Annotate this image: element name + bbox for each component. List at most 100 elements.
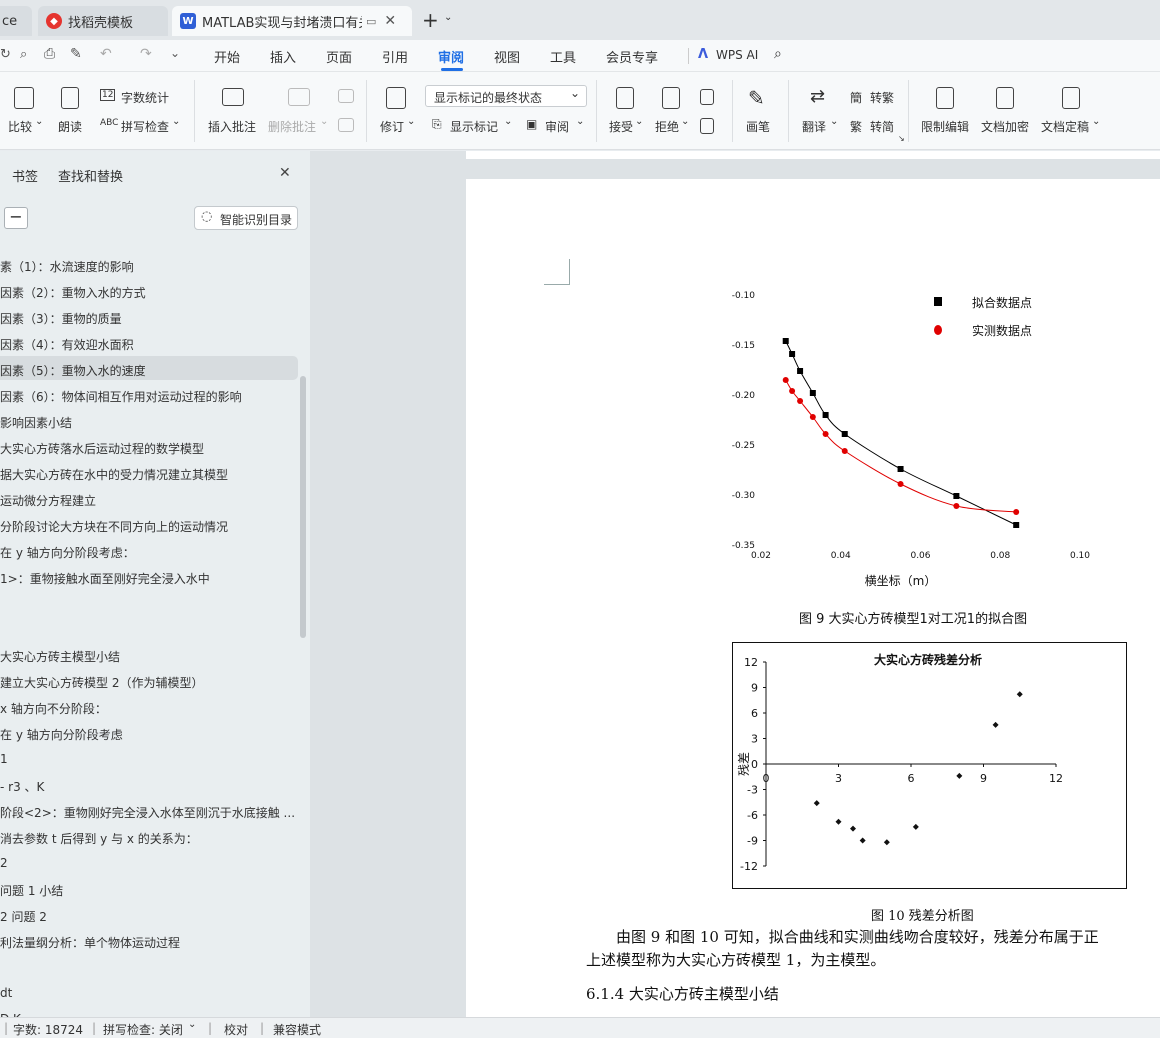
chevron-down-icon[interactable]: ⌄	[830, 116, 838, 127]
toc-item[interactable]: 在 y 轴方向分阶段考虑：	[0, 544, 135, 561]
spell-check-button[interactable]: 拼写检查	[121, 118, 169, 135]
menu-member[interactable]: 会员专享	[606, 47, 658, 66]
word-count-status[interactable]: 字数: 18724	[13, 1021, 83, 1038]
print-icon[interactable]: ⎙	[44, 46, 55, 62]
print-preview-icon[interactable]: ⌕	[20, 47, 27, 62]
menu-page[interactable]: 页面	[326, 47, 352, 66]
proofread-status[interactable]: 校对	[224, 1021, 248, 1038]
toc-item[interactable]: 据大实心方砖在水中的受力情况建立其模型	[0, 466, 228, 483]
toc-item[interactable]: 大实心方砖落水后运动过程的数学模型	[0, 440, 204, 457]
reject-icon[interactable]	[662, 87, 680, 109]
redo-icon[interactable]: ↷	[140, 46, 152, 62]
toc-item[interactable]: 因素（3）：重物的质量	[0, 310, 122, 327]
toc-item[interactable]: 运动微分方程建立	[0, 492, 96, 509]
tab-find-replace[interactable]: 查找和替换	[58, 166, 123, 185]
toc-item[interactable]: 素（1）：水流速度的影响	[0, 258, 134, 275]
compare-button[interactable]: 比较	[8, 118, 32, 135]
restrict-edit-icon[interactable]	[936, 87, 954, 109]
compare-icon[interactable]	[14, 87, 34, 109]
word-count-button[interactable]: 字数统计	[121, 89, 169, 106]
toc-item[interactable]: 在 y 轴方向分阶段考虑	[0, 726, 123, 743]
markup-state-select[interactable]: 显示标记的最终状态 ⌄	[425, 85, 587, 107]
chevron-down-icon[interactable]: ⌄	[444, 12, 452, 23]
toc-item[interactable]: 阶段<2>：重物刚好完全浸入水体至刚沉于水底接触 ...	[0, 804, 295, 821]
to-traditional-button[interactable]: 转繁	[870, 89, 894, 106]
toc-item[interactable]: 因素（2）：重物入水的方式	[0, 284, 146, 301]
dialog-launcher-icon[interactable]: ↘	[898, 134, 905, 143]
close-tab-icon[interactable]: ✕	[384, 13, 396, 29]
chevron-down-icon[interactable]: ⌄	[504, 116, 512, 127]
tab-bookmarks[interactable]: 书签	[12, 166, 38, 185]
toc-item[interactable]: 问题 1 小结	[0, 882, 63, 899]
chevron-down-icon[interactable]: ⌄	[170, 46, 180, 60]
toc-item[interactable]: x 轴方向不分阶段：	[0, 700, 107, 717]
read-aloud-button[interactable]: 朗读	[58, 118, 82, 135]
toc-item[interactable]: 因素（5）：重物入水的速度	[0, 362, 146, 379]
menu-review[interactable]: 审阅	[438, 47, 464, 66]
toc-item[interactable]: 因素（4）：有效迎水面积	[0, 336, 134, 353]
toc-item[interactable]: 利法量纲分析：单个物体运动过程	[0, 934, 180, 951]
insert-comment-icon[interactable]	[222, 88, 244, 106]
chevron-down-icon[interactable]: ⌄	[172, 116, 180, 127]
pen-button[interactable]: 画笔	[746, 118, 770, 135]
restrict-edit-button[interactable]: 限制编辑	[921, 118, 969, 135]
next-change-icon[interactable]	[700, 118, 714, 134]
show-markup-button[interactable]: 显示标记	[450, 118, 498, 135]
panel-scrollbar[interactable]	[300, 376, 306, 638]
review-pane-button[interactable]: 审阅	[545, 118, 569, 135]
toc-item[interactable]: dt	[0, 986, 12, 1000]
toc-item[interactable]: 消去参数 t 后得到 y 与 x 的关系为：	[0, 830, 198, 847]
previous-change-icon[interactable]	[700, 89, 714, 105]
read-aloud-icon[interactable]	[61, 87, 79, 109]
toc-item[interactable]: 影响因素小结	[0, 414, 72, 431]
undo-icon[interactable]: ↶	[100, 46, 112, 62]
menu-references[interactable]: 引用	[382, 47, 408, 66]
doc-encrypt-icon[interactable]	[996, 87, 1014, 109]
track-changes-icon[interactable]	[386, 87, 406, 109]
browser-tab-partial[interactable]: ce	[0, 6, 32, 36]
collapse-all-button[interactable]: −	[4, 207, 28, 229]
toc-item[interactable]: 1>：重物接触水面至刚好完全浸入水中	[0, 570, 210, 587]
toc-item[interactable]: - r3 、K	[0, 778, 44, 795]
monitor-icon[interactable]: ▭	[366, 15, 376, 28]
spell-check-status[interactable]: 拼写检查: 关闭	[103, 1021, 183, 1038]
document-page[interactable]: -0.10 -0.15 -0.20 -0.25 -0.30 -0.35 0.02 0.04 0.…	[466, 179, 1160, 1017]
menu-view[interactable]: 视图	[494, 47, 520, 66]
chevron-down-icon[interactable]: ⌄	[681, 116, 689, 127]
toc-item[interactable]: 建立大实心方砖模型 2（作为辅模型）	[0, 674, 203, 691]
toc-item[interactable]: 分阶段讨论大方块在不同方向上的运动情况	[0, 518, 228, 535]
format-painter-icon[interactable]: ✎	[70, 46, 82, 62]
translate-button[interactable]: 翻译	[802, 118, 826, 135]
reject-button[interactable]: 拒绝	[655, 118, 679, 135]
toc-item[interactable]: 2 问题 2	[0, 908, 47, 925]
toc-item[interactable]: 1	[0, 752, 8, 766]
chevron-down-icon[interactable]: ⌄	[188, 1019, 196, 1030]
browser-tab-document[interactable]: W MATLAB实现与封堵溃口有关 ▭ ✕	[172, 6, 412, 36]
menu-insert[interactable]: 插入	[270, 47, 296, 66]
menu-home[interactable]: 开始	[214, 47, 240, 66]
menu-wps-ai[interactable]: WPS AI	[716, 48, 758, 62]
smart-toc-button[interactable]: ◌ 智能识别目录	[194, 206, 298, 230]
chevron-down-icon[interactable]: ⌄	[35, 116, 43, 127]
chevron-down-icon[interactable]: ⌄	[576, 116, 584, 127]
revise-button[interactable]: 修订	[380, 118, 404, 135]
toc-item[interactable]: 大实心方砖主模型小结	[0, 648, 120, 665]
new-tab-icon[interactable]: +	[422, 8, 439, 32]
redo-icon[interactable]: ↻	[0, 47, 11, 62]
chevron-down-icon[interactable]: ⌄	[407, 116, 415, 127]
toc-item[interactable]: 因素（6）：物体间相互作用对运动过程的影响	[0, 388, 242, 405]
search-icon[interactable]: ⌕	[774, 46, 782, 62]
accept-icon[interactable]	[616, 87, 634, 109]
doc-encrypt-button[interactable]: 文档加密	[981, 118, 1029, 135]
menu-tools[interactable]: 工具	[550, 47, 576, 66]
chevron-down-icon[interactable]: ⌄	[635, 116, 643, 127]
accept-button[interactable]: 接受	[609, 118, 633, 135]
to-simplified-button[interactable]: 转简	[870, 118, 894, 135]
browser-tab-template[interactable]: ◆ 找稻壳模板	[38, 6, 168, 36]
chevron-down-icon[interactable]: ⌄	[1092, 116, 1100, 127]
toc-item[interactable]: 2	[0, 856, 8, 870]
doc-finalize-icon[interactable]	[1062, 87, 1080, 109]
close-panel-icon[interactable]: ✕	[279, 165, 291, 181]
insert-comment-button[interactable]: 插入批注	[208, 118, 256, 135]
doc-finalize-button[interactable]: 文档定稿	[1041, 118, 1089, 135]
